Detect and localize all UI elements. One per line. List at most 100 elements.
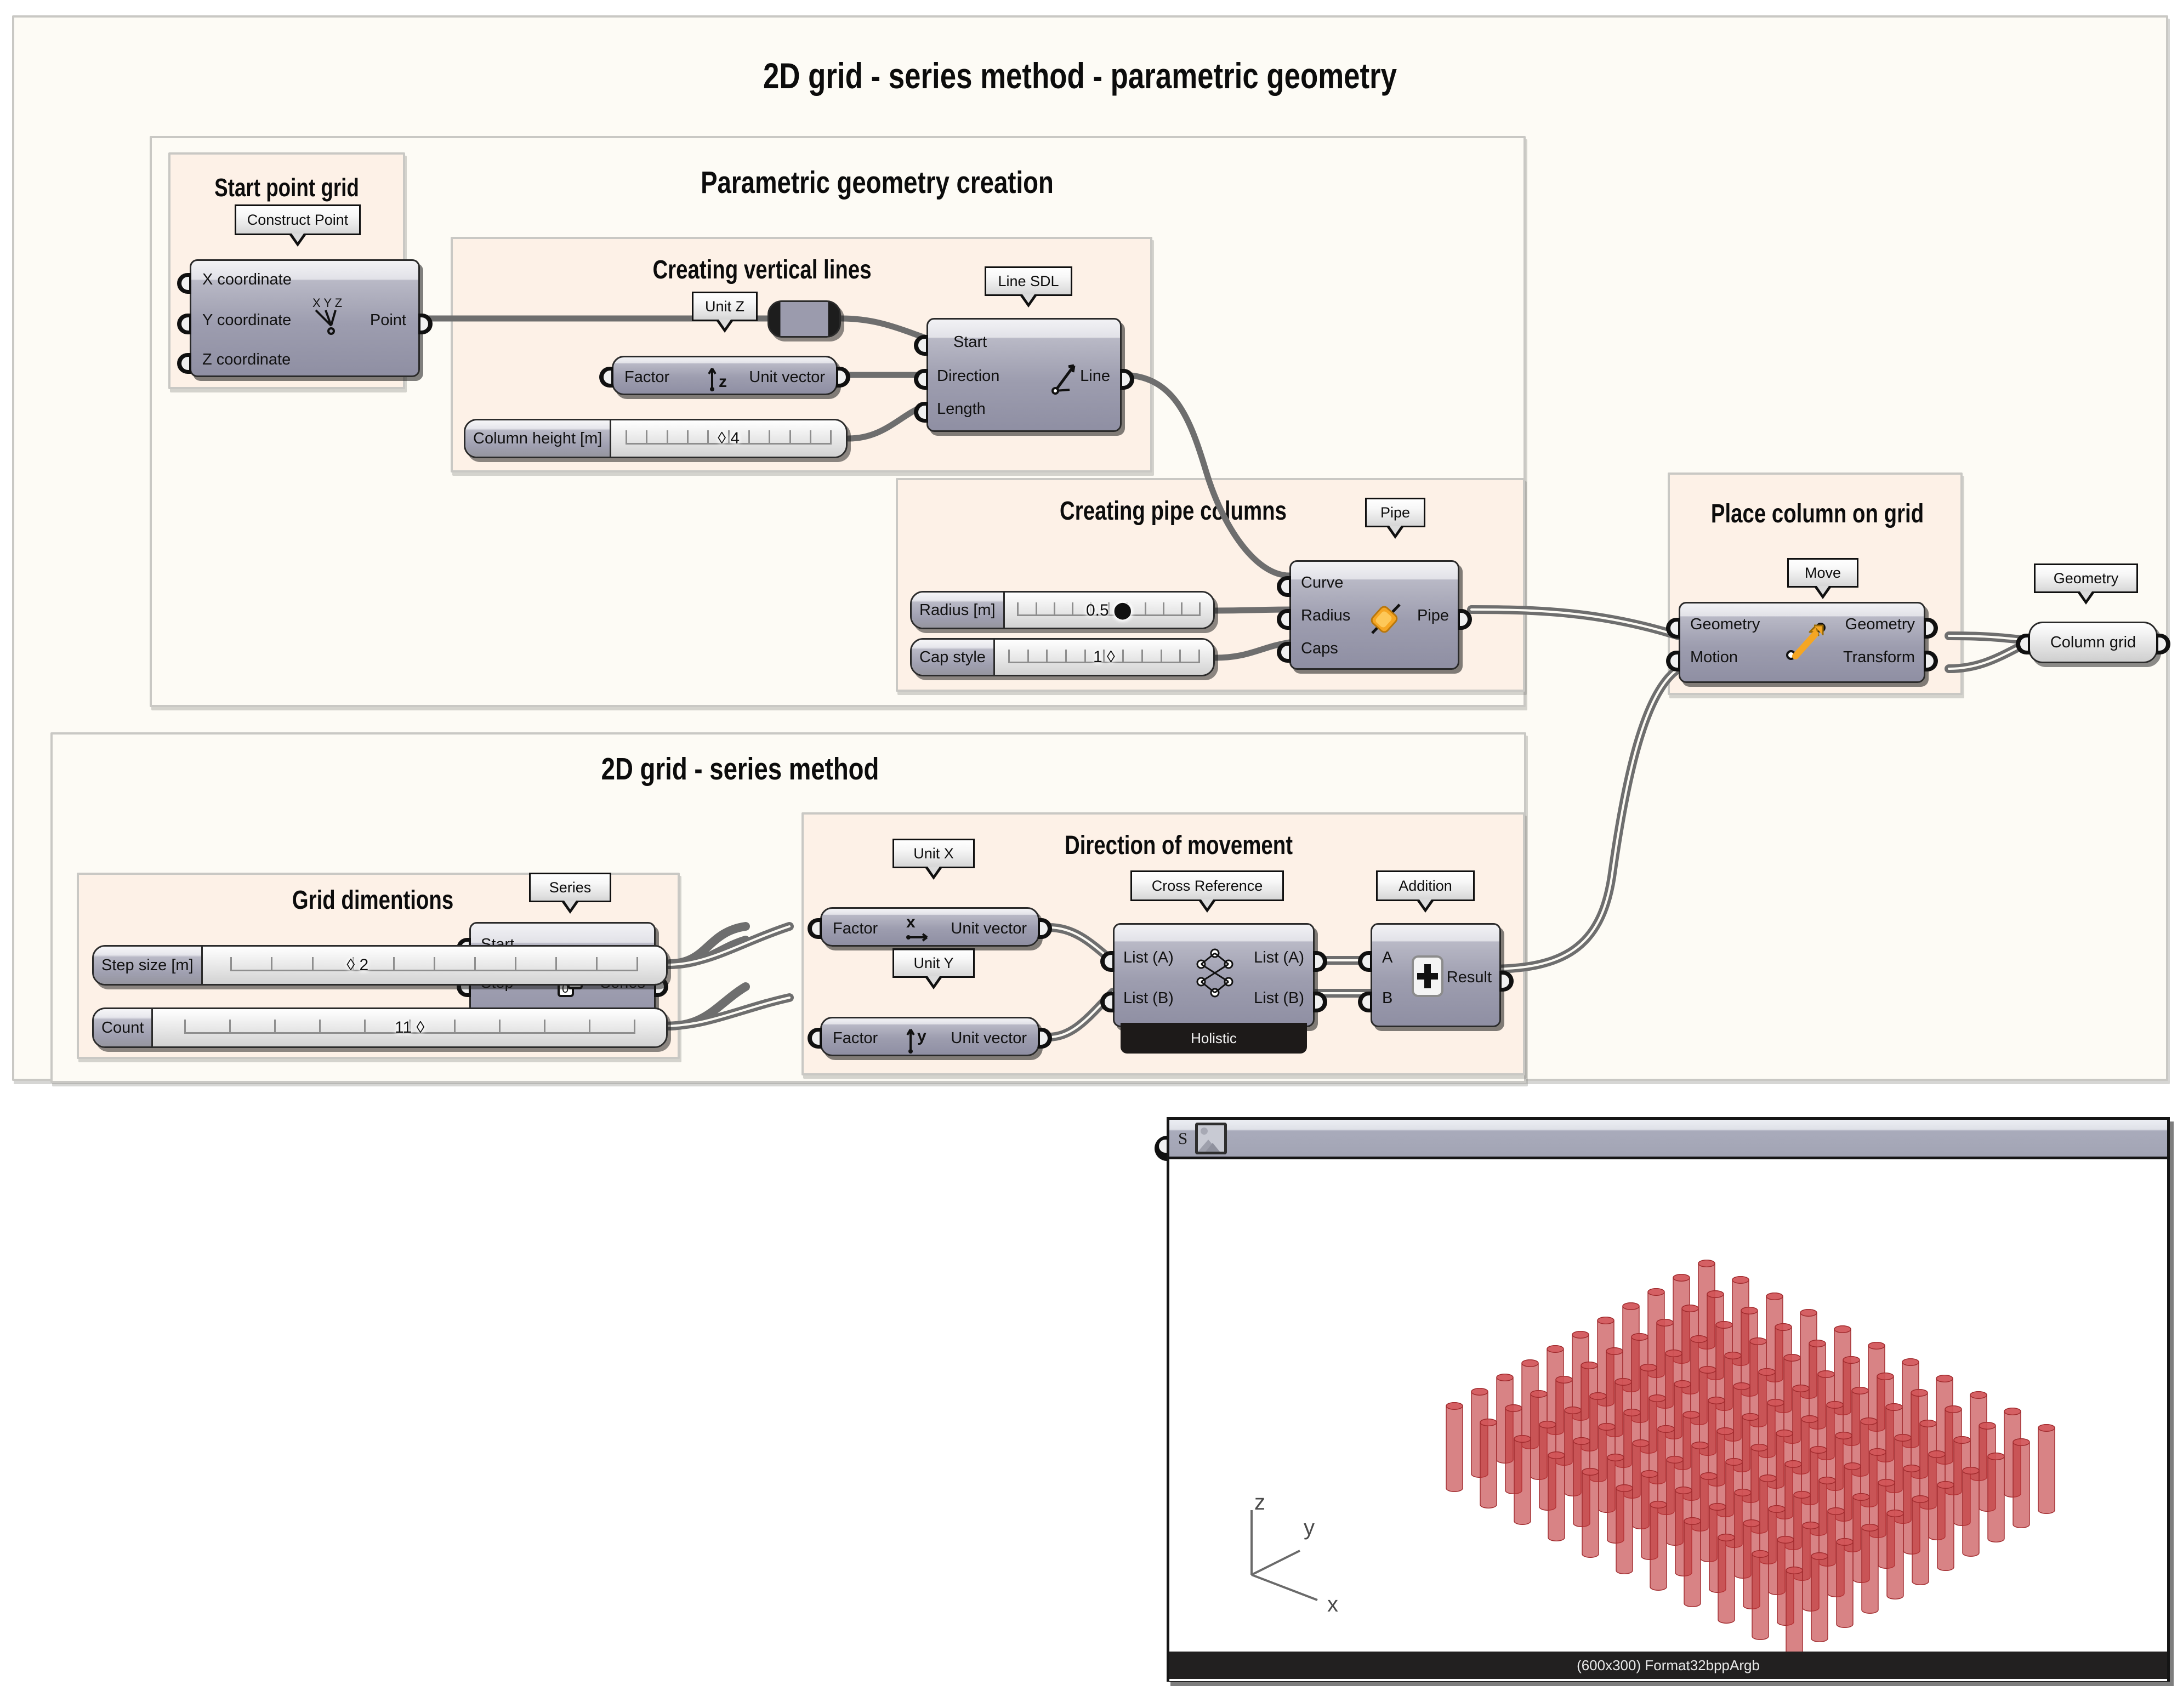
move-arrow-icon xyxy=(1786,623,1826,660)
callout-line-sdl: Line SDL xyxy=(985,266,1072,308)
slider-label-step-size: Step size [m] xyxy=(94,947,203,984)
viewport-status-bar: (600x300) Format32bppArgb xyxy=(1169,1652,2167,1679)
node-point-param-collapsed[interactable] xyxy=(768,300,841,338)
node-addition[interactable]: A B Result xyxy=(1358,923,1514,1027)
viewport-canvas[interactable]: z y x xyxy=(1169,1159,2167,1681)
slider-track-count[interactable]: 11 ◊ xyxy=(153,1009,666,1046)
port-label-y-coordinate: Y coordinate xyxy=(202,311,292,329)
port-label-unit-vector-y: Unit vector xyxy=(951,1029,1027,1047)
slider-step-size[interactable]: Step size [m] ◊ 2 xyxy=(92,945,668,986)
group-title-pipe-columns: Creating pipe columns xyxy=(1060,497,1287,526)
pipe-icon xyxy=(1371,604,1401,634)
callout-move: Move xyxy=(1787,558,1858,599)
slider-value-count: 11 ◊ xyxy=(395,1018,425,1037)
group-title-start-point-grid: Start point grid xyxy=(214,173,359,202)
port-label-point-out: Point xyxy=(369,311,406,329)
slider-value-cap-style: 1 ◊ xyxy=(1093,648,1115,666)
slider-column-height[interactable]: Column height [m] ◊ 4 xyxy=(464,419,848,458)
port-label-curve: Curve xyxy=(1301,574,1344,591)
param-column-grid[interactable]: Column grid xyxy=(2016,622,2170,663)
slider-value-radius: 0.5 ⬤ xyxy=(1085,601,1132,619)
port-label-transform-out: Transform xyxy=(1843,648,1915,666)
slider-label-cap-style: Cap style xyxy=(912,640,995,675)
output-port-count[interactable] xyxy=(666,1019,668,1040)
svg-text:z: z xyxy=(719,373,727,391)
unit-x-icon: x xyxy=(906,913,928,942)
port-label-geometry-out: Geometry xyxy=(1845,616,1915,633)
port-label-direction: Direction xyxy=(937,367,1000,385)
slider-track-step-size[interactable]: ◊ 2 xyxy=(202,947,666,984)
callout-series: Series xyxy=(529,873,611,914)
line-sdl-icon xyxy=(1051,364,1076,395)
svg-text:X Y Z: X Y Z xyxy=(312,296,342,310)
slider-value-step-size: ◊ 2 xyxy=(346,956,369,974)
slider-count[interactable]: Count 11 ◊ xyxy=(92,1007,668,1048)
slider-cap-style[interactable]: Cap style 1 ◊ xyxy=(910,638,1215,676)
cross-reference-icon xyxy=(1196,948,1233,998)
group-title-parametric-geometry: Parametric geometry creation xyxy=(701,165,1054,200)
port-label-factor-y: Factor xyxy=(833,1029,878,1047)
port-label-add-result: Result xyxy=(1446,969,1492,986)
node-line-sdl[interactable]: Start Direction Length Line xyxy=(914,318,1134,432)
callout-unit-y: Unit Y xyxy=(892,948,975,989)
node-unit-z-vector[interactable]: Factor Unit vector z xyxy=(599,356,850,395)
node-cross-reference[interactable]: List (A) List (B) List (A) List (B) xyxy=(1100,923,1327,1027)
image-preview-icon xyxy=(1195,1122,1227,1154)
svg-text:x: x xyxy=(906,913,916,931)
callout-construct-point: Construct Point xyxy=(235,204,361,247)
port-label-unit-vector-x: Unit vector xyxy=(951,920,1027,937)
port-label-xref-list-a-out: List (A) xyxy=(1254,949,1304,966)
node-unit-x-vector[interactable]: Factor Unit vector x xyxy=(808,907,1052,947)
node-move[interactable]: Geometry Motion Geometry Transform xyxy=(1666,602,1938,683)
port-label-add-a: A xyxy=(1382,949,1393,966)
viewport-title-letter: S xyxy=(1178,1128,1188,1148)
slider-value-column-height: ◊ 4 xyxy=(718,429,740,447)
port-label-factor-x: Factor xyxy=(833,920,878,937)
port-label-xref-list-b-in: List (B) xyxy=(1123,989,1174,1007)
port-label-pipe-out: Pipe xyxy=(1417,607,1449,624)
param-label-column-grid: Column grid xyxy=(2050,633,2136,651)
slider-track-column-height[interactable]: ◊ 4 xyxy=(611,420,846,457)
output-port-step-size[interactable] xyxy=(666,957,668,977)
group-title-place-column: Place column on grid xyxy=(1710,499,1924,528)
port-label-xref-list-a-in: List (A) xyxy=(1123,949,1174,966)
node-pipe[interactable]: Curve Radius Caps Pipe xyxy=(1277,560,1472,670)
group-title-direction-of-movement: Direction of movement xyxy=(1064,831,1293,860)
slider-radius[interactable]: Radius [m] 0.5 ⬤ xyxy=(910,591,1215,629)
port-label-length: Length xyxy=(937,400,986,418)
port-label-radius: Radius xyxy=(1301,607,1351,624)
axis-label-z: z xyxy=(1254,1490,1265,1515)
port-label-caps: Caps xyxy=(1301,640,1338,657)
group-title-series-method: 2D grid - series method xyxy=(601,751,879,787)
canvas-title: 2D grid - series method - parametric geo… xyxy=(763,55,1397,96)
slider-label-radius: Radius [m] xyxy=(912,593,1005,628)
unit-y-icon: y xyxy=(906,1027,926,1054)
slider-track-cap-style[interactable]: 1 ◊ xyxy=(994,640,1213,675)
callout-pipe: Pipe xyxy=(1365,498,1425,539)
node-unit-y-vector[interactable]: Factor Unit vector y xyxy=(808,1017,1052,1056)
callout-geometry-param: Geometry xyxy=(2034,563,2138,605)
axis-label-x: x xyxy=(1327,1592,1338,1616)
port-label-unit-vector-z: Unit vector xyxy=(749,368,825,386)
callout-unit-x: Unit X xyxy=(892,839,975,880)
slider-label-column-height: Column height [m] xyxy=(465,420,612,457)
port-label-start: Start xyxy=(953,333,987,351)
callout-cross-reference: Cross Reference xyxy=(1130,870,1284,913)
output-port-column-height[interactable] xyxy=(846,430,848,451)
group-title-grid-dimentions: Grid dimentions xyxy=(292,886,454,915)
viewport-window[interactable]: S z y x (600x300) Format32bppArgb xyxy=(1167,1117,2170,1682)
output-port-column-grid[interactable] xyxy=(2156,634,2170,654)
port-label-add-b: B xyxy=(1382,989,1393,1007)
viewport-titlebar[interactable]: S xyxy=(1169,1120,2167,1159)
axis-label-y: y xyxy=(1304,1516,1315,1540)
port-label-factor-z: Factor xyxy=(624,368,670,386)
plus-icon xyxy=(1412,955,1443,997)
port-label-motion-in: Motion xyxy=(1690,648,1738,666)
callout-unit-z: Unit Z xyxy=(692,292,758,333)
slider-track-radius[interactable]: 0.5 ⬤ xyxy=(1004,593,1213,628)
unit-z-icon: z xyxy=(708,367,727,391)
callout-addition: Addition xyxy=(1376,870,1475,913)
node-construct-point[interactable]: X coordinate Y coordinate Z coordinate P… xyxy=(177,259,433,377)
slider-label-count: Count xyxy=(94,1009,154,1046)
svg-text:y: y xyxy=(917,1027,926,1045)
